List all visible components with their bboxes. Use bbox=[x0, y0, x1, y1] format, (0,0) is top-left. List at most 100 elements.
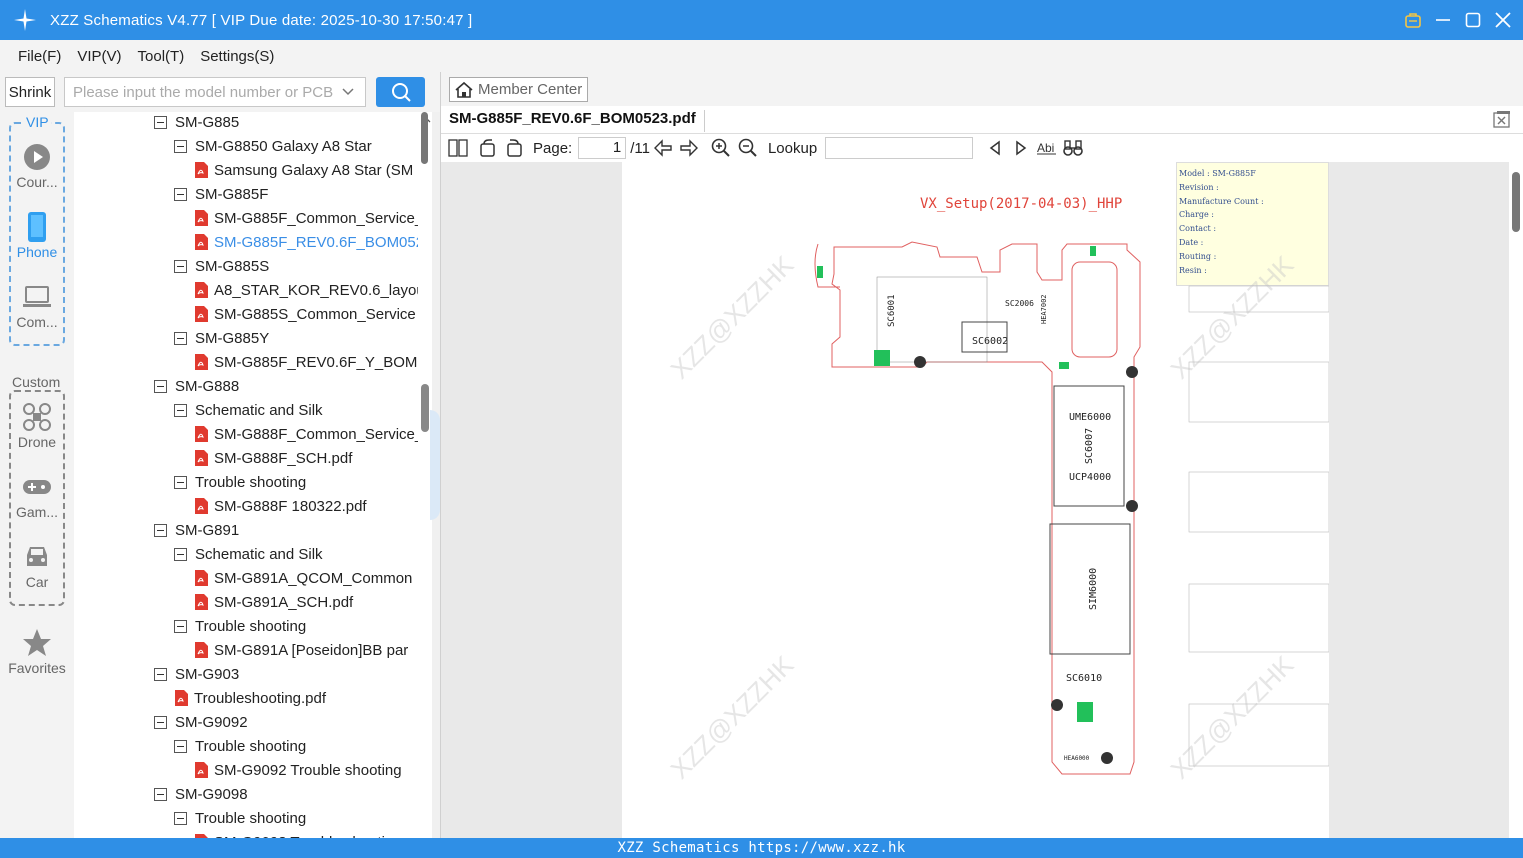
tree-file[interactable]: Troubleshooting.pdf bbox=[174, 686, 326, 710]
tree-file[interactable]: SM-G891A_QCOM_Common bbox=[194, 566, 412, 590]
tree-file[interactable]: SM-G9098 Trouble shooting bbox=[194, 830, 402, 838]
collapse-icon[interactable] bbox=[174, 331, 187, 345]
viewer-scrollbar[interactable] bbox=[1509, 162, 1523, 838]
search-input[interactable]: Please input the model number or PCB bbox=[64, 77, 366, 107]
tree-folder[interactable]: SM-G885S bbox=[174, 254, 269, 278]
nav-computer[interactable]: Com... bbox=[0, 282, 74, 330]
collapse-icon[interactable] bbox=[174, 403, 187, 417]
nav-favorites[interactable]: Favorites bbox=[0, 628, 74, 676]
tree-file[interactable]: A8_STAR_KOR_REV0.6_layout bbox=[194, 278, 418, 302]
tree-scroll-thumb-2[interactable] bbox=[421, 384, 429, 432]
prev-page-icon[interactable] bbox=[650, 136, 676, 160]
collapse-icon[interactable] bbox=[174, 139, 187, 153]
collapse-icon[interactable] bbox=[154, 715, 167, 729]
lookup-label: Lookup bbox=[767, 139, 818, 157]
collapse-icon[interactable] bbox=[174, 475, 187, 489]
tree-folder[interactable]: Trouble shooting bbox=[174, 734, 306, 758]
next-page-icon[interactable] bbox=[676, 136, 702, 160]
nav-courses[interactable]: Cour... bbox=[0, 142, 74, 190]
tree-folder[interactable]: SM-G8850 Galaxy A8 Star bbox=[174, 134, 372, 158]
zoom-out-icon[interactable] bbox=[736, 136, 760, 160]
tree-item-label: Trouble shooting bbox=[195, 617, 307, 635]
find-prev-icon[interactable] bbox=[981, 136, 1009, 160]
collapse-icon[interactable] bbox=[154, 667, 167, 681]
lookup-input[interactable] bbox=[825, 137, 974, 159]
tree-file[interactable]: SM-G888F_Common_Service_ bbox=[194, 422, 418, 446]
tree-folder[interactable]: Trouble shooting bbox=[174, 806, 306, 830]
nav-drone[interactable]: Drone bbox=[0, 402, 74, 450]
tree-file[interactable]: SM-G891A [Poseidon]BB par bbox=[194, 638, 408, 662]
collapse-icon[interactable] bbox=[154, 523, 167, 537]
close-window-icon bbox=[1493, 111, 1510, 128]
minimize-button[interactable] bbox=[1431, 8, 1455, 32]
pdf-file-icon bbox=[195, 426, 208, 442]
tree-file[interactable]: SM-G888F 180322.pdf bbox=[194, 494, 367, 518]
search-button[interactable] bbox=[376, 77, 425, 107]
tree-file[interactable]: SM-G888F_SCH.pdf bbox=[194, 446, 352, 470]
tree-file[interactable]: SM-G885F_Common_Service_ bbox=[194, 206, 418, 230]
tree-file[interactable]: SM-G885F_REV0.6F_BOM052 bbox=[194, 230, 418, 254]
tree-file[interactable]: Samsung Galaxy A8 Star (SM bbox=[194, 158, 413, 182]
collapse-icon[interactable] bbox=[174, 619, 187, 633]
shrink-button[interactable]: Shrink bbox=[5, 77, 55, 107]
maximize-button[interactable] bbox=[1461, 8, 1485, 32]
component-label: UME6000 bbox=[1069, 412, 1111, 423]
chevron-down-icon[interactable] bbox=[341, 84, 355, 102]
tree-item-label: Schematic and Silk bbox=[195, 401, 323, 419]
two-page-icon[interactable] bbox=[441, 136, 475, 160]
match-case-icon[interactable]: Abi bbox=[1033, 136, 1061, 160]
nav-car[interactable]: Car bbox=[0, 542, 74, 590]
find-next-icon[interactable] bbox=[1009, 136, 1033, 160]
tree-folder[interactable]: SM-G903 bbox=[154, 662, 239, 686]
menu-vip[interactable]: VIP(V) bbox=[69, 48, 129, 65]
tree-folder[interactable]: SM-G885F bbox=[174, 182, 268, 206]
model-tree: SM-G885 SM-G8850 Galaxy A8 Star Samsung Ga… bbox=[74, 112, 418, 838]
tree-scroll-thumb[interactable] bbox=[421, 112, 428, 164]
tree-folder[interactable]: SM-G888 bbox=[154, 374, 239, 398]
tree-folder[interactable]: Schematic and Silk bbox=[174, 542, 323, 566]
collapse-icon[interactable] bbox=[174, 739, 187, 753]
menu-file[interactable]: File(F) bbox=[10, 48, 69, 65]
menu-tool[interactable]: Tool(T) bbox=[130, 48, 193, 65]
tree-folder[interactable]: Trouble shooting bbox=[174, 470, 306, 494]
collapse-icon[interactable] bbox=[174, 187, 187, 201]
tree-file[interactable]: SM-G885S_Common_Service bbox=[194, 302, 416, 326]
tree-folder[interactable]: Schematic and Silk bbox=[174, 398, 323, 422]
star-icon bbox=[0, 628, 74, 658]
close-button[interactable] bbox=[1491, 8, 1515, 32]
collapse-icon[interactable] bbox=[154, 379, 167, 393]
tree-folder[interactable]: SM-G9098 bbox=[154, 782, 248, 806]
rotate-right-icon[interactable] bbox=[501, 136, 527, 160]
tree-file[interactable]: SM-G891A_SCH.pdf bbox=[194, 590, 353, 614]
tree-folder[interactable]: Trouble shooting bbox=[174, 614, 306, 638]
close-tabs-button[interactable] bbox=[1493, 110, 1511, 131]
vip-bag-icon[interactable] bbox=[1401, 8, 1425, 32]
tree-folder[interactable]: SM-G9092 bbox=[154, 710, 248, 734]
tree-folder[interactable]: SM-G885Y bbox=[174, 326, 269, 350]
menu-settings[interactable]: Settings(S) bbox=[192, 48, 282, 65]
rotate-left-icon[interactable] bbox=[475, 136, 501, 160]
nav-games[interactable]: Gam... bbox=[0, 472, 74, 520]
pdf-page[interactable]: VX_Setup(2017-04-03)_HHP Model : SM-G885… bbox=[622, 162, 1329, 838]
tree-folder[interactable]: SM-G885 bbox=[154, 112, 239, 134]
tab-document[interactable]: SM-G885F_REV0.6F_BOM0523.pdf bbox=[449, 110, 705, 132]
tree-file[interactable]: SM-G885F_REV0.6F_Y_BOM0! bbox=[194, 350, 418, 374]
member-center-button[interactable]: Member Center bbox=[449, 77, 588, 102]
search-placeholder: Please input the model number or PCB bbox=[73, 83, 334, 101]
zoom-in-icon[interactable] bbox=[706, 136, 736, 160]
page-number-input[interactable]: 1 bbox=[578, 137, 627, 159]
collapse-icon[interactable] bbox=[154, 115, 167, 129]
nav-phone[interactable]: Phone bbox=[0, 212, 74, 260]
collapse-panel-tab[interactable] bbox=[430, 410, 440, 520]
pdf-viewer[interactable]: VX_Setup(2017-04-03)_HHP Model : SM-G885… bbox=[441, 162, 1509, 838]
tree-folder[interactable]: SM-G891 bbox=[154, 518, 239, 542]
binoculars-icon[interactable] bbox=[1061, 136, 1085, 160]
pdf-file-icon bbox=[175, 690, 188, 706]
tree-item-label: SM-G8850 Galaxy A8 Star bbox=[195, 137, 372, 155]
collapse-icon[interactable] bbox=[174, 547, 187, 561]
collapse-icon[interactable] bbox=[174, 811, 187, 825]
viewer-scroll-thumb[interactable] bbox=[1512, 172, 1520, 232]
collapse-icon[interactable] bbox=[174, 259, 187, 273]
collapse-icon[interactable] bbox=[154, 787, 167, 801]
tree-file[interactable]: SM-G9092 Trouble shooting bbox=[194, 758, 402, 782]
